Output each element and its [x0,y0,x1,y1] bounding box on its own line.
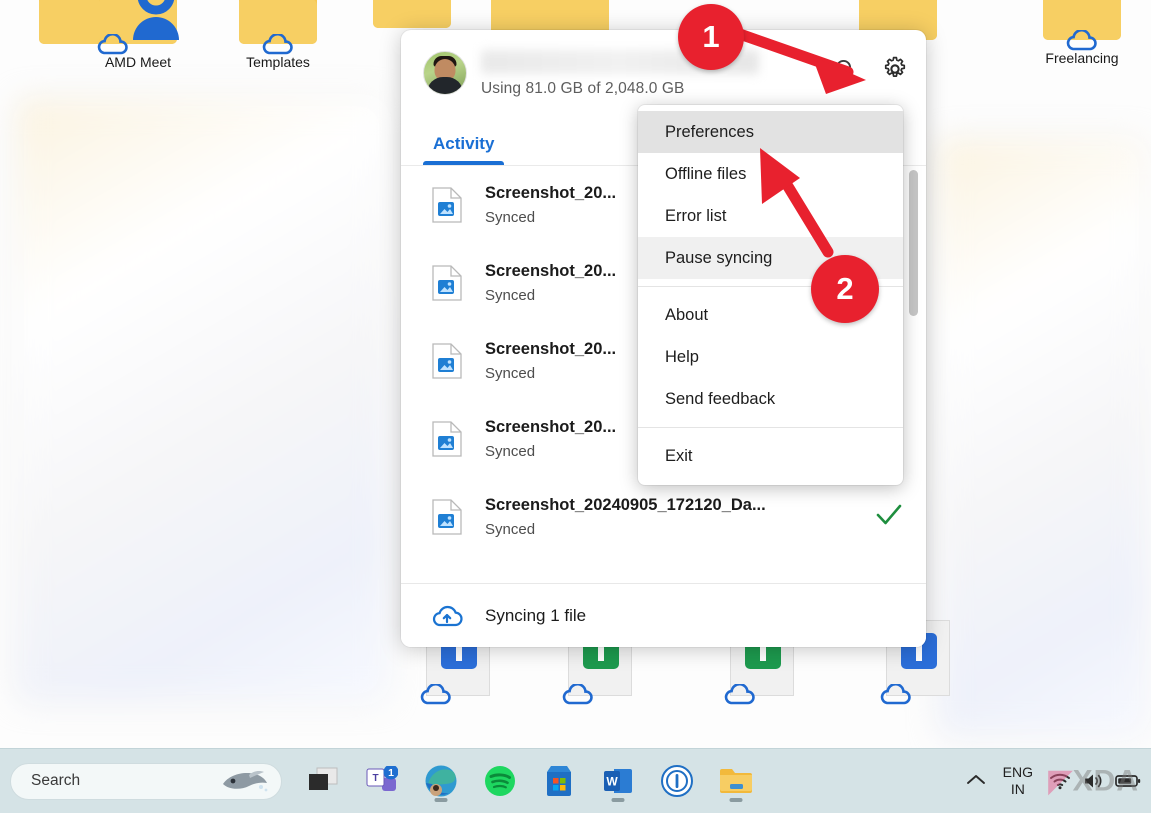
folder-icon [239,0,317,55]
microsoft-store-icon[interactable] [538,758,580,804]
image-file-icon [429,421,465,457]
taskbar-app-icons: T 1 W [302,758,757,804]
list-item[interactable]: Screenshot_20240905_172120_Da... Synced [401,478,926,556]
annotation-badge-1: 1 [678,4,744,70]
image-file-icon [429,265,465,301]
tab-activity-label: Activity [433,134,495,153]
running-indicator [611,798,625,802]
running-indicator [434,798,448,802]
desktop-icon-templates[interactable]: Templates [218,0,338,70]
menu-item-label: Error list [665,206,727,225]
menu-item-error-list[interactable]: Error list [638,195,903,237]
file-status: Synced [485,521,536,538]
menu-item-label: Help [665,347,699,366]
menu-item-label: Offline files [665,164,747,183]
cloud-icon [1065,30,1099,52]
language-indicator[interactable]: ENG IN [1003,764,1033,799]
shark-mascot-icon [219,766,271,796]
running-indicator [729,798,743,802]
folder-icon [373,0,451,28]
image-file-icon [429,499,465,535]
desktop-icon-label: AMD Meet [104,54,172,70]
edge-icon[interactable] [420,758,462,804]
cloud-icon [419,684,453,706]
check-icon [876,504,902,524]
person-icon [133,0,179,40]
cloud-icon [723,684,757,706]
file-explorer-icon[interactable] [715,758,757,804]
cloud-upload-icon [429,604,465,628]
system-tray: ENG IN ◤XDA [965,764,1151,799]
onedrive-header: Using 81.0 GB of 2,048.0 GB [401,30,926,110]
file-check [872,504,906,531]
screen: AMD Meet Templates ...over [0,0,1151,813]
gear-icon[interactable] [880,54,910,84]
avatar[interactable] [423,51,467,95]
file-name: Screenshot_20240905_172120_Da... [485,496,766,514]
desktop-icon-label: Freelancing [1045,50,1119,66]
annotation-badge-2: 2 [811,255,879,323]
menu-item-help[interactable]: Help [638,336,903,378]
search-input[interactable]: Search [10,762,282,800]
menu-item-label: About [665,305,709,324]
volume-icon[interactable] [1083,772,1103,790]
folder-icon [97,0,179,55]
menu-item-label: Exit [665,446,693,465]
word-icon[interactable]: W [597,758,639,804]
folder-icon [1043,0,1121,51]
teams-badge-count: 1 [388,767,394,779]
sync-status-text: Syncing 1 file [485,605,587,625]
desktop-icon-amd-meet[interactable]: AMD Meet [78,0,198,70]
cloud-icon [96,34,130,56]
wifi-icon[interactable] [1049,772,1071,790]
search-placeholder: Search [31,772,81,789]
annotation-badge-2-label: 2 [836,271,854,306]
cloud-icon [561,684,595,706]
cloud-icon [879,684,913,706]
desktop-icon-label: Templates [246,54,310,70]
chevron-up-icon[interactable] [965,771,987,792]
menu-item-offline-files[interactable]: Offline files [638,153,903,195]
menu-item-send-feedback[interactable]: Send feedback [638,378,903,420]
taskview-icon[interactable] [302,758,344,804]
image-file-icon [429,187,465,223]
battery-icon[interactable] [1115,773,1141,789]
tray-status-icons[interactable]: ◤XDA [1049,765,1141,798]
desktop-icon-folder-5[interactable] [352,0,472,28]
menu-separator [638,427,903,428]
menu-item-exit[interactable]: Exit [638,435,903,477]
image-file-icon [429,343,465,379]
language-line-1: ENG [1002,763,1033,780]
tab-activity[interactable]: Activity [423,134,505,165]
file-list-scrollbar[interactable] [909,170,918,510]
onedrive-footer: Syncing 1 file [401,583,926,647]
cloud-icon [261,34,295,56]
taskbar: Search T 1 W ENG IN ◤XDA [0,748,1151,813]
teams-icon[interactable]: T 1 [361,758,403,804]
1password-icon[interactable] [656,758,698,804]
tab-active-underline [423,161,505,165]
annotation-badge-1-label: 1 [702,19,720,54]
menu-item-label: Send feedback [665,389,776,408]
menu-item-preferences[interactable]: Preferences [638,111,903,153]
search-icon[interactable] [830,54,860,84]
spotify-icon[interactable] [479,758,521,804]
scrollbar-thumb[interactable] [909,170,918,316]
svg-text:W: W [606,775,618,789]
language-line-2: IN [1010,781,1025,797]
blurred-window-left [18,100,386,700]
menu-item-label: Preferences [665,122,754,141]
svg-text:T: T [372,773,378,784]
desktop-icon-freelancing[interactable]: Freelancing [1022,0,1142,66]
menu-item-label: Pause syncing [665,248,773,267]
